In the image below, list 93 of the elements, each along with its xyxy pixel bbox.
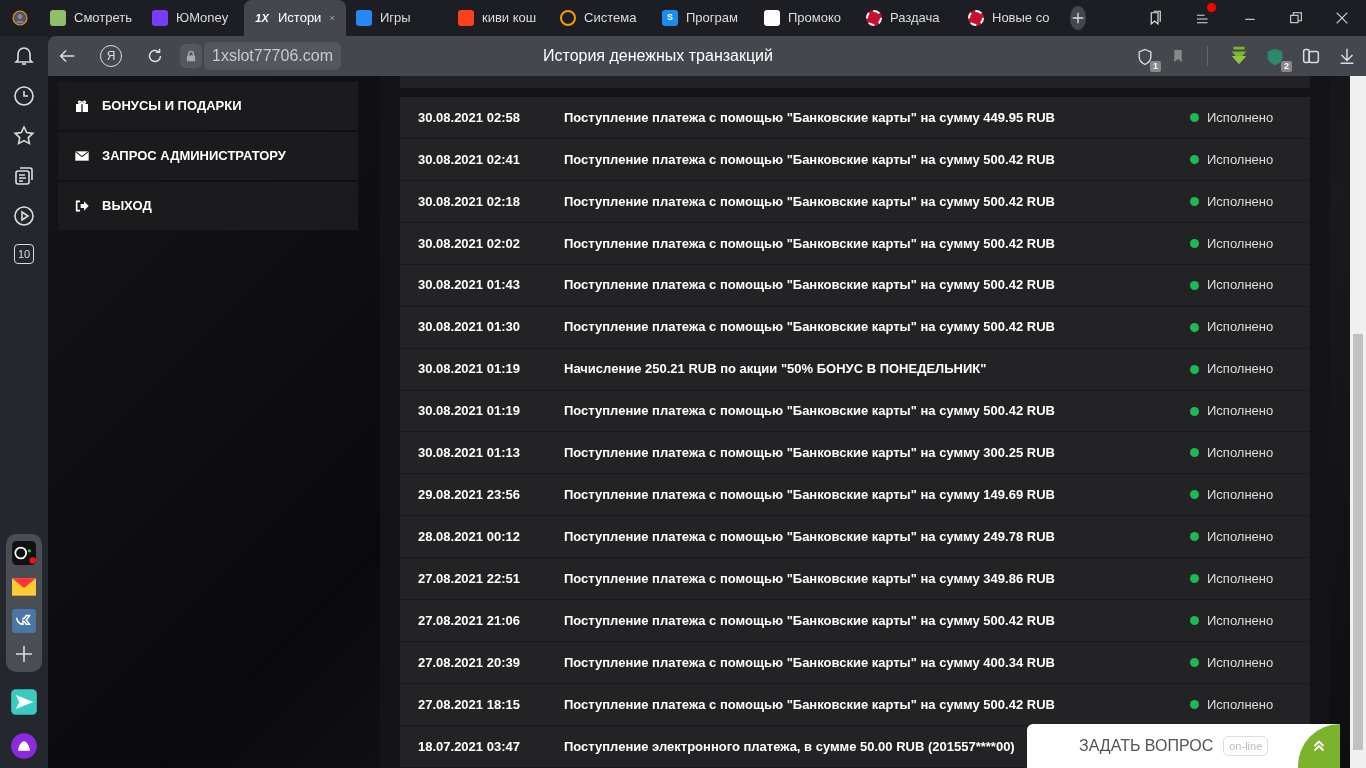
description-cell-text: Поступление платежа с помощью "Банковские карты" на сумму 149.69 RUB	[564, 486, 1055, 505]
description-cell-text: Поступление платежа с помощью "Банковские карты" на сумму 500.42 RUB	[564, 318, 1055, 337]
clock-icon[interactable]	[12, 84, 36, 108]
lock-icon	[184, 49, 198, 63]
s-favicon-icon: S	[662, 10, 678, 26]
date-cell-text: 28.08.2021 00:12	[417, 528, 521, 547]
new-tab-button[interactable]	[1070, 6, 1086, 30]
date-cell-text: 30.08.2021 02:58	[417, 108, 521, 127]
status-cell-text: Исполнено	[1207, 360, 1274, 379]
date-cell-text: 27.08.2021 21:06	[417, 611, 521, 630]
count-badge: 1	[1150, 61, 1161, 72]
description-cell-text: Поступление платежа с помощью "Банковские карты" на сумму 500.42 RUB	[564, 611, 1055, 630]
star-icon[interactable]	[12, 124, 36, 148]
status-cell-text: Исполнено	[1207, 695, 1274, 714]
date-cell-text: 30.08.2021 02:02	[417, 234, 521, 253]
lock-button[interactable]	[180, 44, 202, 68]
menu-item[interactable]: ЗАПРОС АДМИНИСТРАТОРУ	[58, 132, 358, 180]
description-cell-text: Поступление платежа с помощью "Банковские карты" на сумму 500.42 RUB	[564, 234, 1055, 253]
close-icon[interactable]	[1334, 10, 1350, 26]
counter-icon[interactable]: 10	[14, 244, 34, 264]
description-cell-text: Поступление платежа с помощью "Банковские карты" на сумму 349.86 RUB	[564, 570, 1055, 588]
date-cell-text: 29.08.2021 23:56	[417, 486, 521, 505]
exit-icon	[74, 198, 90, 214]
date-cell-text: 27.08.2021 22:51	[417, 570, 521, 588]
browser-tab[interactable]: Новые со	[958, 0, 1060, 36]
date-cell-text: 30.08.2021 01:43	[417, 276, 521, 295]
browser-tab[interactable]: Промоко	[754, 0, 856, 36]
online-badge: on-line	[1223, 735, 1269, 757]
description-cell-text: Поступление платежа с помощью "Банковские карты" на сумму 500.42 RUB	[564, 695, 1055, 714]
page-title: История денежных транзакций	[542, 46, 774, 66]
browser-tab[interactable]: S Програм	[652, 0, 754, 36]
status-cell-text: Исполнено	[1207, 444, 1274, 463]
date-cell-text: 30.08.2021 02:18	[417, 192, 521, 211]
status-cell-text: Исполнено	[1207, 486, 1274, 505]
notification-dot-icon	[1207, 3, 1216, 12]
browser-tab[interactable]: 1X Истори	[244, 0, 346, 36]
browser-tab[interactable]: киви кош	[448, 0, 550, 36]
date-cell-text: 30.08.2021 02:41	[417, 150, 521, 169]
description-cell-text: Поступление платежа с помощью "Банковские карты" на сумму 249.78 RUB	[564, 528, 1055, 547]
status-cell-text: Исполнено	[1207, 528, 1274, 547]
play-icon[interactable]	[12, 204, 36, 228]
description-cell-text: Начисление 250.21 RUB по акции "50% БОНУС В ПОНЕДЕЛЬНИК"	[564, 360, 987, 379]
date-cell-text: 30.08.2021 01:19	[417, 360, 521, 379]
menu-item[interactable]: БОНУСЫ И ПОДАРКИ	[58, 82, 358, 130]
vk-app-icon[interactable]	[11, 608, 37, 634]
description-cell-text: Поступление платежа с помощью "Банковские карты" на сумму 400.34 RUB	[564, 653, 1055, 672]
description-cell-text: Поступление электронного платежа, в сумме 50.00 RUB (201557****00)	[564, 737, 1015, 756]
description-cell-text: Поступление платежа с помощью "Банковские карты" на сумму 300.25 RUB	[564, 444, 1055, 463]
date-cell-text: 27.08.2021 20:39	[417, 653, 521, 672]
status-cell-text: Исполнено	[1207, 570, 1274, 588]
date-cell-text: 30.08.2021 01:19	[417, 402, 521, 421]
description-cell-text: Поступление платежа с помощью "Банковские карты" на сумму 500.42 RUB	[564, 402, 1055, 421]
plus-icon	[1070, 10, 1086, 26]
browser-tab[interactable]: ЮMoney	[142, 0, 244, 36]
browser-tab[interactable]: Система	[550, 0, 652, 36]
camera-app-icon[interactable]	[11, 540, 37, 566]
restore-icon[interactable]	[1288, 10, 1304, 26]
status-cell-text: Исполнено	[1207, 402, 1274, 421]
scrollbar-thumb[interactable]	[1353, 334, 1363, 750]
status-cell-text: Исполнено	[1207, 108, 1274, 127]
status-cell-text: Исполнено	[1207, 653, 1274, 672]
date-cell-text: 18.07.2021 03:47	[417, 737, 521, 756]
date-cell-text: 30.08.2021 01:13	[417, 444, 521, 463]
assistant-icon[interactable]	[10, 732, 38, 760]
status-cell-text: Исполнено	[1207, 276, 1274, 295]
url-field[interactable]: 1xslot77706.com	[204, 42, 341, 70]
browser-tab[interactable]: Смотреть	[40, 0, 142, 36]
description-cell-text: Поступление платежа с помощью "Банковские карты" на сумму 449.95 RUB	[564, 108, 1055, 127]
envelope-icon	[74, 148, 90, 164]
status-cell-text: Исполнено	[1207, 611, 1274, 630]
chat-label: ЗАДАТЬ ВОПРОС	[1079, 736, 1214, 756]
browser-tab[interactable]: Игры	[346, 0, 448, 36]
chat-widget[interactable]: ЗАДАТЬ ВОПРОС on-line	[1027, 724, 1340, 768]
description-cell-text: Поступление платежа с помощью "Банковские карты" на сумму 500.42 RUB	[564, 192, 1055, 211]
chip-favicon-icon	[866, 10, 882, 26]
description-cell-text: Поступление платежа с помощью "Банковские карты" на сумму 500.42 RUB	[564, 150, 1055, 169]
cards-icon[interactable]	[12, 164, 36, 188]
count-badge: 2	[1281, 61, 1292, 72]
status-cell-text: Исполнено	[1207, 234, 1274, 253]
browser-tab[interactable]: Раздача	[856, 0, 958, 36]
menu-item[interactable]: ВЫХОД	[58, 182, 358, 230]
gift-icon	[74, 98, 90, 114]
status-cell-text: Исполнено	[1207, 318, 1274, 337]
paper-plane-app-icon[interactable]	[10, 688, 38, 716]
bell-icon[interactable]	[12, 44, 36, 68]
date-cell-text: 27.08.2021 18:15	[417, 695, 521, 714]
status-cell-text: Исполнено	[1207, 150, 1274, 169]
status-cell-text: Исполнено	[1207, 192, 1274, 211]
date-cell-text: 30.08.2021 01:30	[417, 318, 521, 337]
description-cell-text: Поступление платежа с помощью "Банковские карты" на сумму 500.42 RUB	[564, 276, 1055, 295]
onex-favicon-icon: 1X	[254, 10, 270, 26]
scrollbar[interactable]	[1350, 76, 1366, 768]
chip-favicon-icon	[968, 10, 984, 26]
